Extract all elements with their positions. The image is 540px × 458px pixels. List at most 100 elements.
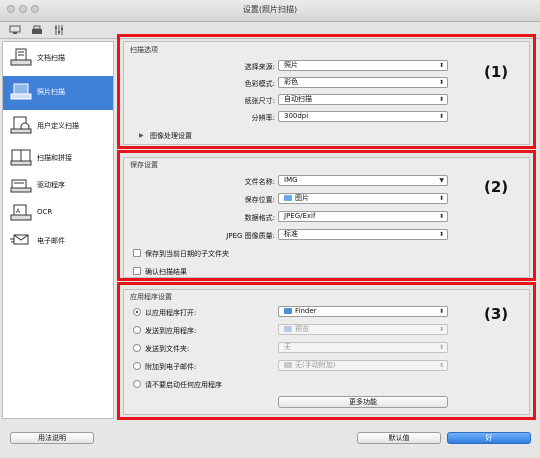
sidebar-item-label: OCR	[37, 208, 53, 216]
photo-scan-icon	[9, 82, 33, 102]
title-bar: 设置(照片扫描)	[0, 0, 540, 22]
data-format-select[interactable]: JPEG/Exif ⬍	[278, 211, 448, 222]
ocr-icon: A	[9, 203, 33, 223]
attach-email-select[interactable]: 无(手动附加) ⬍	[278, 360, 448, 371]
sidebar-item-custom-scan[interactable]: 用户定义扫描	[3, 110, 113, 144]
save-settings-title: 保存设置	[130, 161, 158, 169]
sidebar-item-label: 电子邮件	[37, 237, 65, 245]
section-number-1: (1)	[484, 63, 509, 81]
sidebar-item-photo-scan[interactable]: 照片扫描	[3, 76, 113, 110]
paper-size-label: 纸张尺寸:	[244, 97, 275, 105]
send-to-app-value: 预览	[295, 325, 309, 333]
mail-app-icon	[284, 362, 292, 368]
preview-app-icon	[284, 326, 292, 332]
help-button[interactable]: 用法说明	[10, 432, 94, 444]
sidebar-item-label: 用户定义扫描	[37, 122, 79, 130]
sidebar-item-label: 文档扫描	[37, 54, 65, 62]
color-mode-select[interactable]: 彩色 ⬍	[278, 77, 448, 88]
chevron-updown-icon: ⬍	[438, 62, 444, 69]
attach-email-label: 附加到电子邮件:	[145, 363, 197, 371]
send-to-folder-label: 发送到文件夹:	[145, 345, 190, 353]
section-number-3: (3)	[484, 305, 509, 323]
open-with-app-label: 以应用程序打开:	[145, 309, 197, 317]
resolution-select[interactable]: 300dpi ⬍	[278, 111, 448, 122]
document-scan-icon	[9, 48, 33, 68]
finder-icon	[284, 308, 292, 314]
chevron-updown-icon: ⬍	[438, 344, 444, 351]
save-settings-highlight: 保存设置 文件名称: IMG ▼ 保存位置: 图片 ⬍ 数据格式: JPEG/Exi…	[117, 150, 536, 281]
chevron-updown-icon: ⬍	[438, 213, 444, 220]
attach-email-value: 无(手动附加)	[295, 361, 336, 369]
confirm-results-label: 确认扫描结果	[145, 268, 187, 276]
scan-options-group: 扫描选项 选择来源: 照片 ⬍ 色彩模式: 彩色 ⬍ 纸张尺寸: 自动扫描 ⬍ 分辨率…	[123, 41, 530, 145]
jpeg-quality-label: JPEG 图像质量:	[226, 232, 275, 240]
send-to-folder-radio[interactable]	[133, 344, 141, 352]
sidebar: 文档扫描 照片扫描 用户定义扫描 扫描和拼接 驱动程序 A OCR 电子邮件	[2, 41, 114, 419]
sidebar-item-email[interactable]: 电子邮件	[3, 225, 113, 259]
app-settings-highlight: 应用程序设置 以应用程序打开: Finder ⬍ 发送到应用程序: 预览 ⬍ 发送到…	[117, 282, 536, 420]
jpeg-quality-value: 标准	[284, 230, 298, 238]
send-to-app-select[interactable]: 预览 ⬍	[278, 324, 448, 335]
save-location-label: 保存位置:	[244, 196, 275, 204]
chevron-updown-icon: ⬍	[438, 195, 444, 202]
sidebar-item-label: 驱动程序	[37, 181, 65, 189]
open-with-app-value: Finder	[295, 307, 317, 315]
ok-button[interactable]: 好	[447, 432, 531, 444]
no-app-label: 请不要启动任何应用程序	[145, 381, 222, 389]
paper-size-select[interactable]: 自动扫描 ⬍	[278, 94, 448, 105]
app-settings-group: 应用程序设置 以应用程序打开: Finder ⬍ 发送到应用程序: 预览 ⬍ 发送到…	[123, 289, 530, 415]
chevron-updown-icon: ⬍	[438, 231, 444, 238]
subfolder-label: 保存到当前日期的子文件夹	[145, 250, 229, 258]
scan-from-computer-icon[interactable]	[8, 25, 22, 37]
chevron-updown-icon: ⬍	[438, 362, 444, 369]
disclosure-triangle-icon[interactable]: ▶	[139, 132, 144, 139]
sidebar-item-label: 照片扫描	[37, 88, 65, 96]
chevron-updown-icon: ⬍	[438, 308, 444, 315]
sidebar-item-label: 扫描和拼接	[37, 154, 72, 162]
filename-label: 文件名称:	[244, 178, 275, 186]
window-title: 设置(照片扫描)	[242, 5, 298, 14]
scan-options-highlight: 扫描选项 选择来源: 照片 ⬍ 色彩模式: 彩色 ⬍ 纸张尺寸: 自动扫描 ⬍ 分辨率…	[117, 34, 536, 149]
subfolder-checkbox[interactable]	[133, 249, 141, 257]
defaults-button[interactable]: 默认值	[357, 432, 441, 444]
attach-email-radio[interactable]	[133, 362, 141, 370]
source-value: 照片	[284, 61, 298, 69]
color-mode-label: 色彩模式:	[244, 80, 275, 88]
chevron-updown-icon: ⬍	[438, 326, 444, 333]
chevron-updown-icon: ⬍	[438, 79, 444, 86]
resolution-value: 300dpi	[284, 112, 309, 120]
no-app-radio[interactable]	[133, 380, 141, 388]
source-select[interactable]: 照片 ⬍	[278, 60, 448, 71]
chevron-down-icon: ▼	[439, 177, 444, 184]
source-label: 选择来源:	[244, 63, 275, 71]
paper-size-value: 自动扫描	[284, 95, 312, 103]
folder-icon	[284, 195, 292, 201]
open-with-app-radio[interactable]	[133, 308, 141, 316]
more-functions-button[interactable]: 更多功能	[278, 396, 448, 408]
image-processing-settings[interactable]: 图像处理设置	[150, 131, 192, 141]
open-with-app-select[interactable]: Finder ⬍	[278, 306, 448, 317]
send-to-folder-value: 无	[284, 343, 291, 351]
scan-stitch-icon	[9, 148, 33, 168]
color-mode-value: 彩色	[284, 78, 298, 86]
send-to-app-label: 发送到应用程序:	[145, 327, 197, 335]
email-icon	[9, 231, 33, 251]
data-format-value: JPEG/Exif	[284, 212, 316, 220]
resolution-label: 分辨率:	[251, 114, 275, 122]
send-to-folder-select[interactable]: 无 ⬍	[278, 342, 448, 353]
save-location-select[interactable]: 图片 ⬍	[278, 193, 448, 204]
jpeg-quality-select[interactable]: 标准 ⬍	[278, 229, 448, 240]
chevron-updown-icon: ⬍	[438, 113, 444, 120]
filename-combobox[interactable]: IMG ▼	[278, 175, 448, 186]
save-location-value: 图片	[295, 194, 309, 202]
driver-icon	[9, 175, 33, 195]
custom-scan-icon	[9, 116, 33, 136]
send-to-app-radio[interactable]	[133, 326, 141, 334]
general-settings-icon[interactable]	[52, 25, 66, 37]
filename-value: IMG	[284, 176, 298, 184]
confirm-results-checkbox[interactable]	[133, 267, 141, 275]
section-number-2: (2)	[484, 178, 509, 196]
sidebar-item-document-scan[interactable]: 文档扫描	[3, 42, 113, 76]
scan-from-panel-icon[interactable]	[30, 25, 44, 37]
scan-options-title: 扫描选项	[130, 46, 158, 54]
